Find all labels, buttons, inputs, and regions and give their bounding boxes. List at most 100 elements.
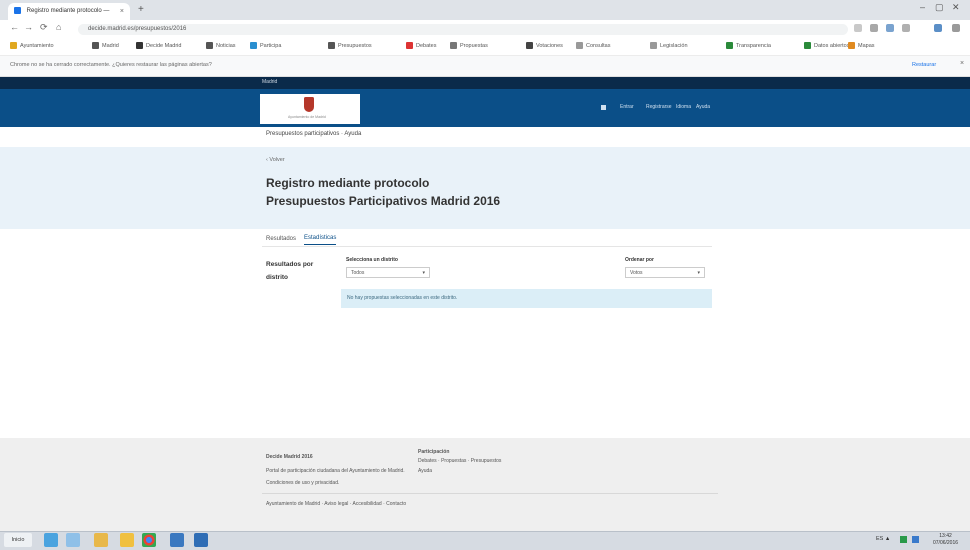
maximize-button[interactable]: ▢ (935, 2, 944, 13)
explorer-icon[interactable] (66, 533, 80, 547)
extension-icon[interactable] (870, 24, 878, 32)
user-icon[interactable] (601, 105, 606, 110)
sidebar-heading: Resultados por distrito (266, 261, 314, 281)
bookmark-item[interactable]: Debates (406, 42, 437, 49)
extension-icon[interactable] (886, 24, 894, 32)
tab-results[interactable]: Resultados (266, 236, 296, 242)
footer-terms-link[interactable]: Condiciones de uso y privacidad. (266, 480, 339, 486)
network-icon[interactable] (900, 536, 907, 543)
tab-statistics[interactable]: Estadísticas (304, 235, 337, 245)
infobar-close-icon[interactable]: × (960, 60, 964, 67)
mail-icon[interactable] (170, 533, 184, 547)
home-button[interactable]: ⌂ (56, 22, 61, 32)
minimize-button[interactable]: – (920, 2, 925, 12)
chrome-icon[interactable] (142, 533, 156, 547)
bookmark-item[interactable]: Madrid (92, 42, 119, 49)
back-link[interactable]: ‹ Volver (266, 157, 285, 163)
footer-col2-links[interactable]: Debates · Propuestas · Presupuestos (418, 458, 501, 464)
district-filter-label: Selecciona un distrito (346, 257, 398, 263)
app-icon[interactable] (194, 533, 208, 547)
volume-icon[interactable] (912, 536, 919, 543)
bookmarks-bar: Ayuntamiento Madrid Decide Madrid Notici… (0, 38, 970, 56)
footer-divider (262, 493, 718, 494)
sort-filter-label: Ordenar por (625, 257, 654, 263)
bookmark-item[interactable]: Votaciones (526, 42, 563, 49)
page-title: Registro mediante protocolo (266, 176, 430, 190)
bookmark-item[interactable]: Noticias (206, 42, 236, 49)
bookmark-icon (10, 42, 17, 49)
files-icon[interactable] (120, 533, 134, 547)
forward-button[interactable]: → (24, 22, 33, 32)
bookmark-icon (92, 42, 99, 49)
browser-tab[interactable]: Registro mediante protocolo — Presupuest… (8, 3, 130, 31)
nav-language[interactable]: Idioma (676, 104, 691, 110)
bookmark-item[interactable]: Mapas (848, 42, 875, 49)
logo-caption: Ayuntamiento de Madrid (288, 115, 326, 119)
city-shield-icon (304, 97, 314, 112)
nav-help[interactable]: Ayuda (696, 104, 710, 110)
bookmark-icon (576, 42, 583, 49)
tab-close-icon[interactable]: × (120, 3, 124, 20)
footer-col2-title: Participación (418, 449, 450, 455)
bookmark-icon (406, 42, 413, 49)
footer-col1-text: Portal de participación ciudadana del Ay… (266, 468, 405, 474)
site-header (0, 89, 970, 127)
ie-icon[interactable] (44, 533, 58, 547)
page-hero (0, 147, 970, 229)
reload-button[interactable]: ⟳ (40, 22, 48, 33)
bookmark-icon (328, 42, 335, 49)
bookmark-item[interactable]: Presupuestos (328, 42, 372, 49)
district-select[interactable]: Todos ▾ (346, 267, 430, 278)
menu-icon[interactable] (952, 24, 960, 32)
folder-icon[interactable] (94, 533, 108, 547)
bookmark-icon (450, 42, 457, 49)
page-subtitle: Presupuestos Participativos Madrid 2016 (266, 194, 501, 208)
bookmark-icon (526, 42, 533, 49)
site-logo[interactable]: Ayuntamiento de Madrid (260, 94, 360, 127)
info-notice: No hay propuestas seleccionadas en este … (341, 289, 712, 308)
bookmark-item[interactable]: Participa (250, 42, 281, 49)
bookmark-icon (804, 42, 811, 49)
clock-time: 13:42 (939, 533, 952, 539)
top-strip-link[interactable]: Madrid (262, 79, 277, 85)
site-top-strip (0, 77, 970, 89)
nav-register[interactable]: Registrarse (646, 104, 672, 110)
bookmark-item[interactable]: Consultas (576, 42, 610, 49)
bookmark-icon (848, 42, 855, 49)
site-footer (0, 438, 970, 531)
url-input[interactable]: decide.madrid.es/presupuestos/2016 (78, 24, 848, 35)
back-button[interactable]: ← (10, 22, 19, 32)
profile-icon[interactable] (934, 24, 942, 32)
extension-icon[interactable] (902, 24, 910, 32)
clock[interactable]: 13:42 07/06/2016 (933, 533, 958, 547)
bookmark-item[interactable]: Datos abiertos (804, 42, 849, 49)
bookmark-item[interactable]: Legislación (650, 42, 688, 49)
footer-bottom-links[interactable]: Ayuntamiento de Madrid · Aviso legal · A… (266, 501, 406, 507)
sort-select[interactable]: Votos ▾ (625, 267, 705, 278)
breadcrumb[interactable]: Presupuestos participativos · Ayuda (266, 131, 361, 137)
clock-date: 07/06/2016 (933, 540, 959, 546)
site-favicon-icon (14, 6, 21, 14)
footer-help-link[interactable]: Ayuda (418, 468, 432, 474)
bookmark-icon (250, 42, 257, 49)
bookmark-item[interactable]: Ayuntamiento (10, 42, 54, 49)
tabs-divider (262, 246, 712, 247)
bookmark-icon (206, 42, 213, 49)
start-button[interactable]: Inicio (4, 533, 32, 547)
chevron-down-icon: ▾ (422, 270, 425, 276)
chevron-down-icon: ▾ (697, 270, 700, 276)
system-tray[interactable]: ES ▲ (876, 536, 890, 542)
close-window-button[interactable]: ✕ (952, 2, 960, 13)
infobar-message: Chrome no se ha cerrado correctamente. ¿… (10, 62, 212, 68)
bookmark-item[interactable]: Decide Madrid (136, 42, 181, 49)
nav-login[interactable]: Entrar (620, 104, 634, 110)
new-tab-button[interactable]: + (138, 4, 144, 15)
bookmark-item[interactable]: Propuestas (450, 42, 488, 49)
restore-button[interactable]: Restaurar (912, 62, 936, 68)
bookmark-icon (650, 42, 657, 49)
extension-icon[interactable] (854, 24, 862, 32)
bookmark-icon (136, 42, 143, 49)
browser-tab-bar (0, 0, 970, 20)
bookmark-item[interactable]: Transparencia (726, 42, 771, 49)
bookmark-icon (726, 42, 733, 49)
